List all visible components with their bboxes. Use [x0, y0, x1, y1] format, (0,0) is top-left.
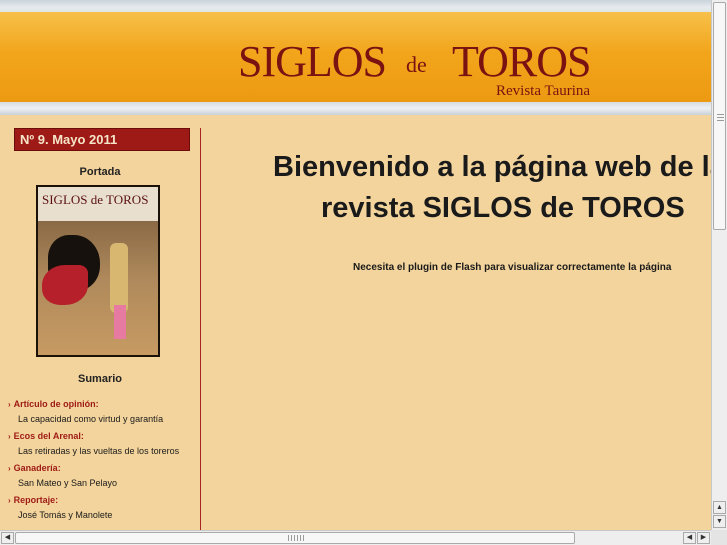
- scroll-grip-icon: [288, 535, 304, 541]
- welcome-line-2: revista SIGLOS de TOROS: [321, 192, 685, 224]
- cover-image[interactable]: SIGLOS de TOROS: [36, 185, 160, 357]
- sumario-category-label: Reportaje:: [13, 495, 59, 505]
- portada-heading: Portada: [79, 166, 121, 178]
- welcome-line-1: Bienvenido a la página web de la: [273, 151, 711, 183]
- horizontal-scrollbar[interactable]: ◀ ◀ ▶: [0, 530, 711, 545]
- sumario-category-label: Ecos del Arenal:: [13, 431, 84, 441]
- sumario-category-label: Ganadería:: [13, 463, 61, 473]
- horizontal-scroll-thumb[interactable]: [15, 532, 575, 544]
- main-content: Bienvenido a la página web de la revista…: [201, 115, 711, 530]
- sumario-article-link[interactable]: Las retiradas y las vueltas de los torer…: [8, 444, 198, 459]
- logo-toros-text: TOROS: [452, 37, 591, 86]
- scroll-down-button[interactable]: ▼: [713, 515, 726, 528]
- arrow-icon: ›: [8, 400, 11, 409]
- cover-masthead: SIGLOS de TOROS: [38, 187, 158, 221]
- sumario-article-link[interactable]: José Tomás y Manolete: [8, 508, 198, 523]
- scroll-right-button[interactable]: ▶: [697, 532, 710, 544]
- cover-cape-shape: [42, 265, 88, 305]
- cover-torero-shape: [110, 243, 128, 313]
- sumario-article-link[interactable]: La capacidad como virtud y garantía: [8, 412, 198, 427]
- sumario-heading: Sumario: [77, 373, 122, 385]
- sumario-category[interactable]: › Artículo de opinión:: [8, 397, 198, 412]
- sumario-category[interactable]: › Ecos del Arenal:: [8, 429, 198, 444]
- issue-box-border: [14, 128, 190, 151]
- sumario-category-label: Artículo de opinión:: [13, 399, 99, 409]
- logo-de-text: de: [406, 52, 427, 77]
- scroll-grip-icon: [717, 113, 724, 121]
- sumario-category[interactable]: › Ganadería:: [8, 461, 198, 476]
- sumario-article-link[interactable]: San Mateo y San Pelayo: [8, 476, 198, 491]
- cover-title: SIGLOS de TOROS: [42, 192, 149, 207]
- header-sky-bottom: [0, 102, 711, 115]
- scroll-left-button-2[interactable]: ◀: [683, 532, 696, 544]
- sumario-list: › Artículo de opinión: La capacidad como …: [8, 395, 198, 523]
- site-header: SIGLOS de TOROS Revista Taurina: [0, 12, 711, 102]
- header-sky-top: [0, 0, 711, 12]
- cover-torero-legs: [114, 305, 126, 339]
- logo-subtitle: Revista Taurina: [496, 83, 591, 99]
- sidebar: Nº 9. Mayo 2011 Portada SIGLOS de TOROS …: [0, 115, 200, 530]
- arrow-icon: ›: [8, 464, 11, 473]
- scrollbar-corner: [711, 530, 727, 545]
- vertical-scroll-thumb[interactable]: [713, 2, 726, 230]
- arrow-icon: ›: [8, 496, 11, 505]
- sumario-category[interactable]: › Reportaje:: [8, 493, 198, 508]
- browser-viewport: SIGLOS de TOROS Revista Taurina Nº 9. Ma…: [0, 0, 711, 530]
- scroll-left-button[interactable]: ◀: [1, 532, 14, 544]
- flash-plugin-notice: Necesita el plugin de Flash para visuali…: [353, 262, 672, 273]
- logo-siglos-text: SIGLOS: [238, 37, 387, 86]
- arrow-icon: ›: [8, 432, 11, 441]
- vertical-scrollbar[interactable]: ▲ ▼: [711, 0, 727, 530]
- scroll-up-button[interactable]: ▲: [713, 501, 726, 514]
